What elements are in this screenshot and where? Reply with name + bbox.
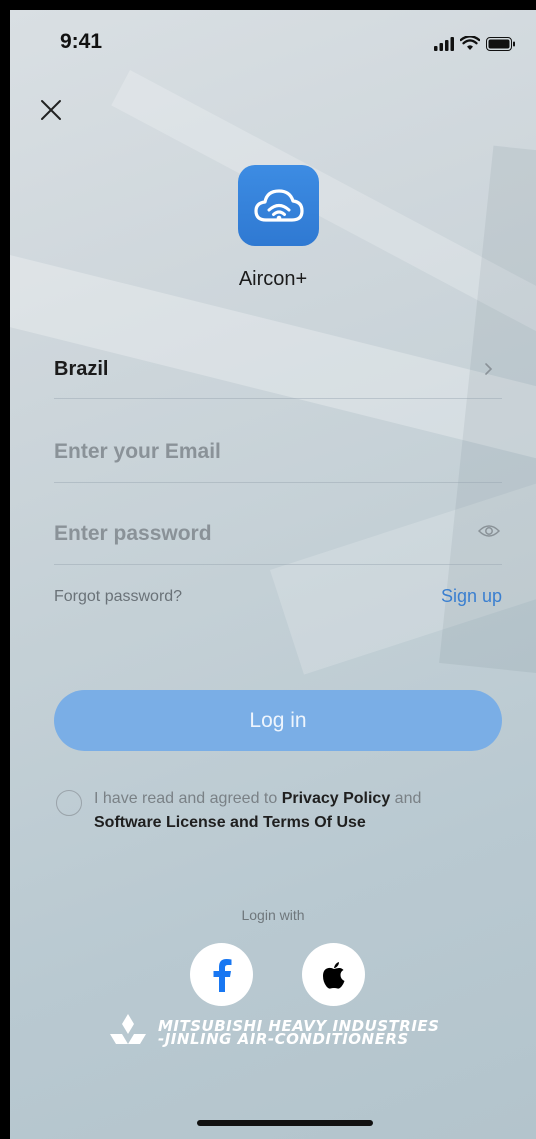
brand-text: MITSUBISHI HEAVY INDUSTRIES -JINLING AIR… (158, 1019, 439, 1048)
divider (54, 482, 502, 483)
mitsubishi-diamonds-icon (110, 1014, 146, 1044)
divider (54, 564, 502, 565)
login-with-label: Login with (241, 907, 305, 923)
close-icon (41, 100, 61, 120)
facebook-login-button[interactable] (190, 943, 253, 1006)
email-input[interactable] (54, 430, 454, 474)
agreement-prefix: I have read and agreed to (94, 790, 278, 807)
brand-line-2: -JINLING AIR-CONDITIONERS (158, 1030, 409, 1048)
forgot-password-link[interactable]: Forgot password? (54, 588, 182, 606)
home-indicator (197, 1120, 373, 1126)
password-row (54, 512, 502, 556)
apple-login-button[interactable] (302, 943, 365, 1006)
agreement-radio[interactable] (56, 790, 82, 816)
email-row (54, 430, 502, 474)
status-icons (434, 36, 516, 51)
eye-icon[interactable] (478, 523, 500, 539)
status-bar: 9:41 (10, 10, 536, 70)
privacy-policy-link[interactable]: Privacy Policy (282, 790, 391, 807)
agreement-and: and (394, 790, 422, 807)
login-button[interactable]: Log in (54, 690, 502, 751)
terms-link[interactable]: Software License and Terms Of Use (94, 814, 366, 831)
status-time: 9:41 (60, 30, 103, 53)
close-button[interactable] (36, 95, 66, 125)
apple-icon (322, 961, 344, 989)
app-logo (238, 165, 319, 246)
chevron-right-icon (485, 363, 493, 375)
divider (54, 398, 502, 399)
cellular-signal-icon (434, 36, 454, 51)
wifi-icon (460, 36, 480, 50)
password-input[interactable] (54, 512, 454, 556)
country-selector[interactable]: Brazil (54, 348, 502, 392)
account-links: Forgot password? Sign up (54, 586, 502, 610)
login-screen: 9:41 Aircon+ Brazil Enter your Email For… (10, 10, 536, 1139)
facebook-icon (213, 958, 231, 992)
brand-logo: MITSUBISHI HEAVY INDUSTRIES -JINLING AIR… (106, 1010, 456, 1058)
cloud-wifi-icon (253, 188, 304, 222)
agreement-text: I have read and agreed to Privacy Policy… (94, 787, 514, 835)
sign-up-link[interactable]: Sign up (441, 586, 502, 607)
country-value: Brazil (54, 358, 109, 380)
battery-icon (486, 36, 515, 51)
app-name: Aircon+ (238, 268, 308, 290)
